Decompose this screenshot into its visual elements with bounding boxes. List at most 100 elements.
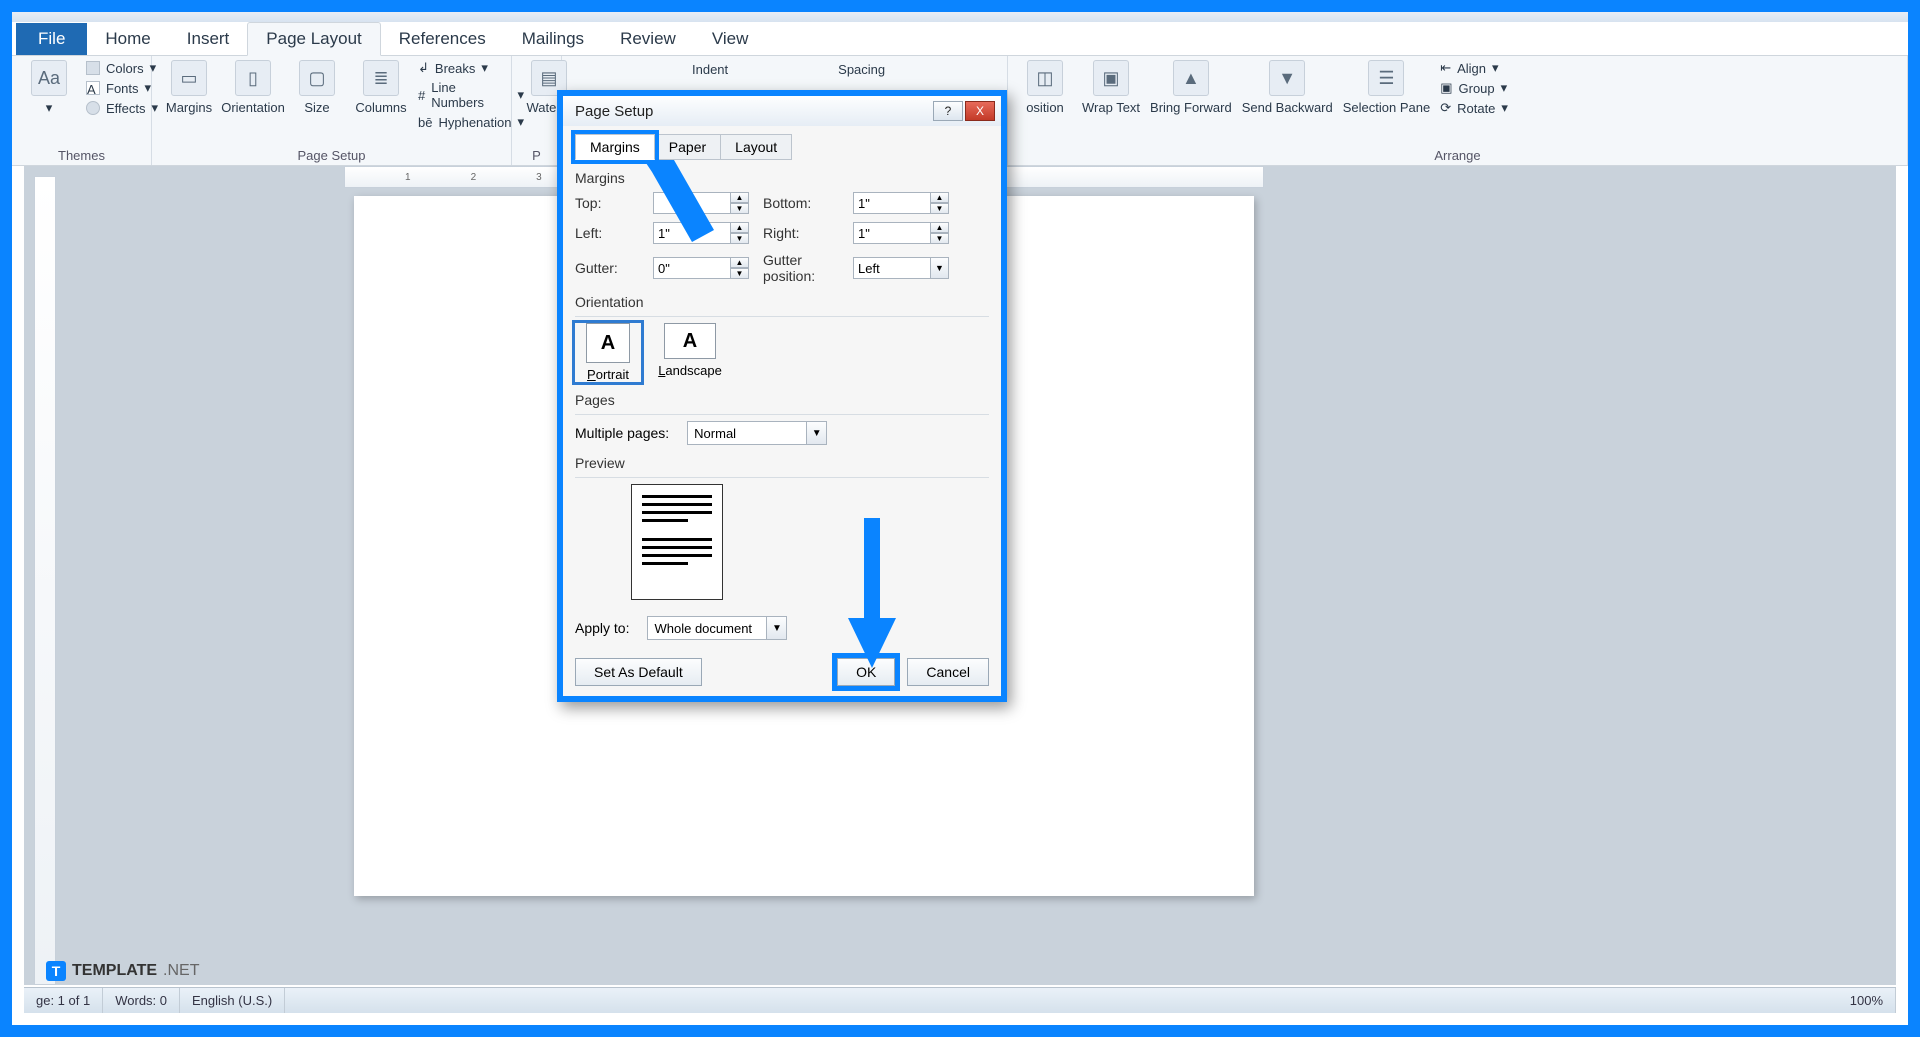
- spin-down-icon[interactable]: ▼: [931, 233, 949, 244]
- tab-home[interactable]: Home: [87, 23, 168, 55]
- themes-button[interactable]: Aa ▾: [22, 60, 76, 116]
- group-arrange: ◫osition ▣Wrap Text ▲Bring Forward ▼Send…: [1008, 56, 1908, 165]
- tab-page-layout[interactable]: Page Layout: [247, 22, 380, 56]
- right-input[interactable]: [853, 222, 931, 244]
- bring-forward-button[interactable]: ▲Bring Forward: [1150, 60, 1232, 115]
- group-arrange-label: Arrange: [1018, 148, 1897, 163]
- cancel-button[interactable]: Cancel: [907, 658, 989, 686]
- spin-up-icon[interactable]: ▲: [731, 222, 749, 233]
- send-backward-button[interactable]: ▼Send Backward: [1242, 60, 1333, 115]
- group-page-bg-label: P: [522, 148, 551, 163]
- size-button[interactable]: ▢Size: [290, 60, 344, 115]
- tab-insert[interactable]: Insert: [169, 23, 248, 55]
- status-bar: ge: 1 of 1 Words: 0 English (U.S.) 100%: [24, 987, 1896, 1013]
- themes-dropdown-label: ▾: [46, 100, 53, 116]
- columns-icon: ≣: [363, 60, 399, 96]
- spin-down-icon[interactable]: ▼: [731, 233, 749, 244]
- group-page-background: ▤Waterm P: [512, 56, 562, 165]
- multiple-pages-select[interactable]: ▼: [687, 421, 827, 445]
- colors-button[interactable]: Colors ▾: [86, 60, 158, 76]
- forward-icon: ▲: [1173, 60, 1209, 96]
- gutter-pos-select[interactable]: ▼: [853, 257, 963, 279]
- position-button[interactable]: ◫osition: [1018, 60, 1072, 115]
- chevron-down-icon[interactable]: ▼: [767, 616, 787, 640]
- tab-mailings[interactable]: Mailings: [504, 23, 602, 55]
- template-net-watermark: T TEMPLATE.NET: [46, 961, 199, 981]
- align-button[interactable]: ⇤Align ▾: [1440, 60, 1508, 76]
- orientation-icon: ▯: [235, 60, 271, 96]
- wrap-icon: ▣: [1093, 60, 1129, 96]
- bottom-spinner[interactable]: ▲▼: [853, 192, 963, 214]
- tab-references[interactable]: References: [381, 23, 504, 55]
- spin-down-icon[interactable]: ▼: [931, 203, 949, 214]
- tab-view[interactable]: View: [694, 23, 767, 55]
- section-preview: Preview: [575, 455, 989, 471]
- group-themes-label: Themes: [22, 148, 141, 163]
- orientation-portrait[interactable]: A Portrait: [575, 323, 641, 382]
- apply-to-select[interactable]: ▼: [647, 616, 787, 640]
- right-label: Right:: [763, 225, 853, 241]
- effects-button[interactable]: Effects ▾: [86, 100, 158, 116]
- ruler-mark: 1: [405, 172, 411, 183]
- window-title-bar: [12, 12, 1908, 22]
- breaks-button[interactable]: ↲Breaks ▾: [418, 60, 524, 76]
- apply-to-input[interactable]: [647, 616, 767, 640]
- gutter-pos-input[interactable]: [853, 257, 931, 279]
- chevron-down-icon[interactable]: ▼: [931, 257, 949, 279]
- dialog-title-bar[interactable]: Page Setup ? X: [563, 96, 1001, 126]
- colors-icon: [86, 61, 100, 75]
- left-label: Left:: [575, 225, 653, 241]
- vertical-ruler[interactable]: [34, 176, 56, 985]
- status-language[interactable]: English (U.S.): [180, 988, 285, 1013]
- selection-pane-button[interactable]: ☰Selection Pane: [1343, 60, 1430, 115]
- set-as-default-button[interactable]: Set As Default: [575, 658, 702, 686]
- hyphenation-button[interactable]: bēHyphenation ▾: [418, 114, 524, 130]
- annotation-arrow-ok: [842, 518, 902, 673]
- chevron-down-icon[interactable]: ▼: [807, 421, 827, 445]
- backward-icon: ▼: [1269, 60, 1305, 96]
- right-spinner[interactable]: ▲▼: [853, 222, 963, 244]
- multiple-pages-label: Multiple pages:: [575, 425, 669, 441]
- dialog-tab-paper[interactable]: Paper: [654, 134, 721, 160]
- gutter-pos-label: Gutter position:: [763, 252, 853, 284]
- dialog-close-button[interactable]: X: [965, 101, 995, 121]
- effects-icon: [86, 101, 100, 115]
- fonts-button[interactable]: AFonts ▾: [86, 80, 158, 96]
- line-numbers-icon: #: [418, 88, 425, 103]
- dialog-help-button[interactable]: ?: [933, 101, 963, 121]
- dialog-tab-margins[interactable]: Margins: [575, 134, 655, 160]
- group-page-setup: ▭Margins ▯Orientation ▢Size ≣Columns ↲Br…: [152, 56, 512, 165]
- dialog-tab-layout[interactable]: Layout: [720, 134, 792, 160]
- margins-button[interactable]: ▭Margins: [162, 60, 216, 115]
- status-zoom[interactable]: 100%: [1838, 988, 1896, 1013]
- selection-pane-icon: ☰: [1368, 60, 1404, 96]
- template-logo-icon: T: [46, 961, 66, 981]
- spin-down-icon[interactable]: ▼: [731, 203, 749, 214]
- line-numbers-button[interactable]: #Line Numbers ▾: [418, 80, 524, 110]
- columns-button[interactable]: ≣Columns: [354, 60, 408, 115]
- tab-review[interactable]: Review: [602, 23, 694, 55]
- dialog-title: Page Setup: [575, 103, 653, 120]
- multiple-pages-input[interactable]: [687, 421, 807, 445]
- dialog-tabs: Margins Paper Layout: [575, 134, 989, 160]
- group-button[interactable]: ▣Group ▾: [1440, 80, 1508, 96]
- spin-up-icon[interactable]: ▲: [931, 192, 949, 203]
- bottom-input[interactable]: [853, 192, 931, 214]
- tab-file[interactable]: File: [16, 23, 87, 55]
- rotate-button[interactable]: ⟳Rotate ▾: [1440, 100, 1508, 116]
- spin-up-icon[interactable]: ▲: [931, 222, 949, 233]
- spin-down-icon[interactable]: ▼: [731, 268, 749, 279]
- status-page[interactable]: ge: 1 of 1: [24, 988, 103, 1013]
- wrap-text-button[interactable]: ▣Wrap Text: [1082, 60, 1140, 115]
- spin-up-icon[interactable]: ▲: [731, 192, 749, 203]
- spin-up-icon[interactable]: ▲: [731, 257, 749, 268]
- ruler-mark: 2: [471, 172, 477, 183]
- spacing-header: Spacing: [838, 60, 885, 79]
- fonts-icon: A: [86, 81, 100, 95]
- orientation-button[interactable]: ▯Orientation: [226, 60, 280, 115]
- align-icon: ⇤: [1440, 60, 1451, 76]
- section-orientation: Orientation: [575, 294, 989, 310]
- status-words[interactable]: Words: 0: [103, 988, 180, 1013]
- orientation-landscape[interactable]: A Landscape: [657, 323, 723, 382]
- themes-icon: Aa: [31, 60, 67, 96]
